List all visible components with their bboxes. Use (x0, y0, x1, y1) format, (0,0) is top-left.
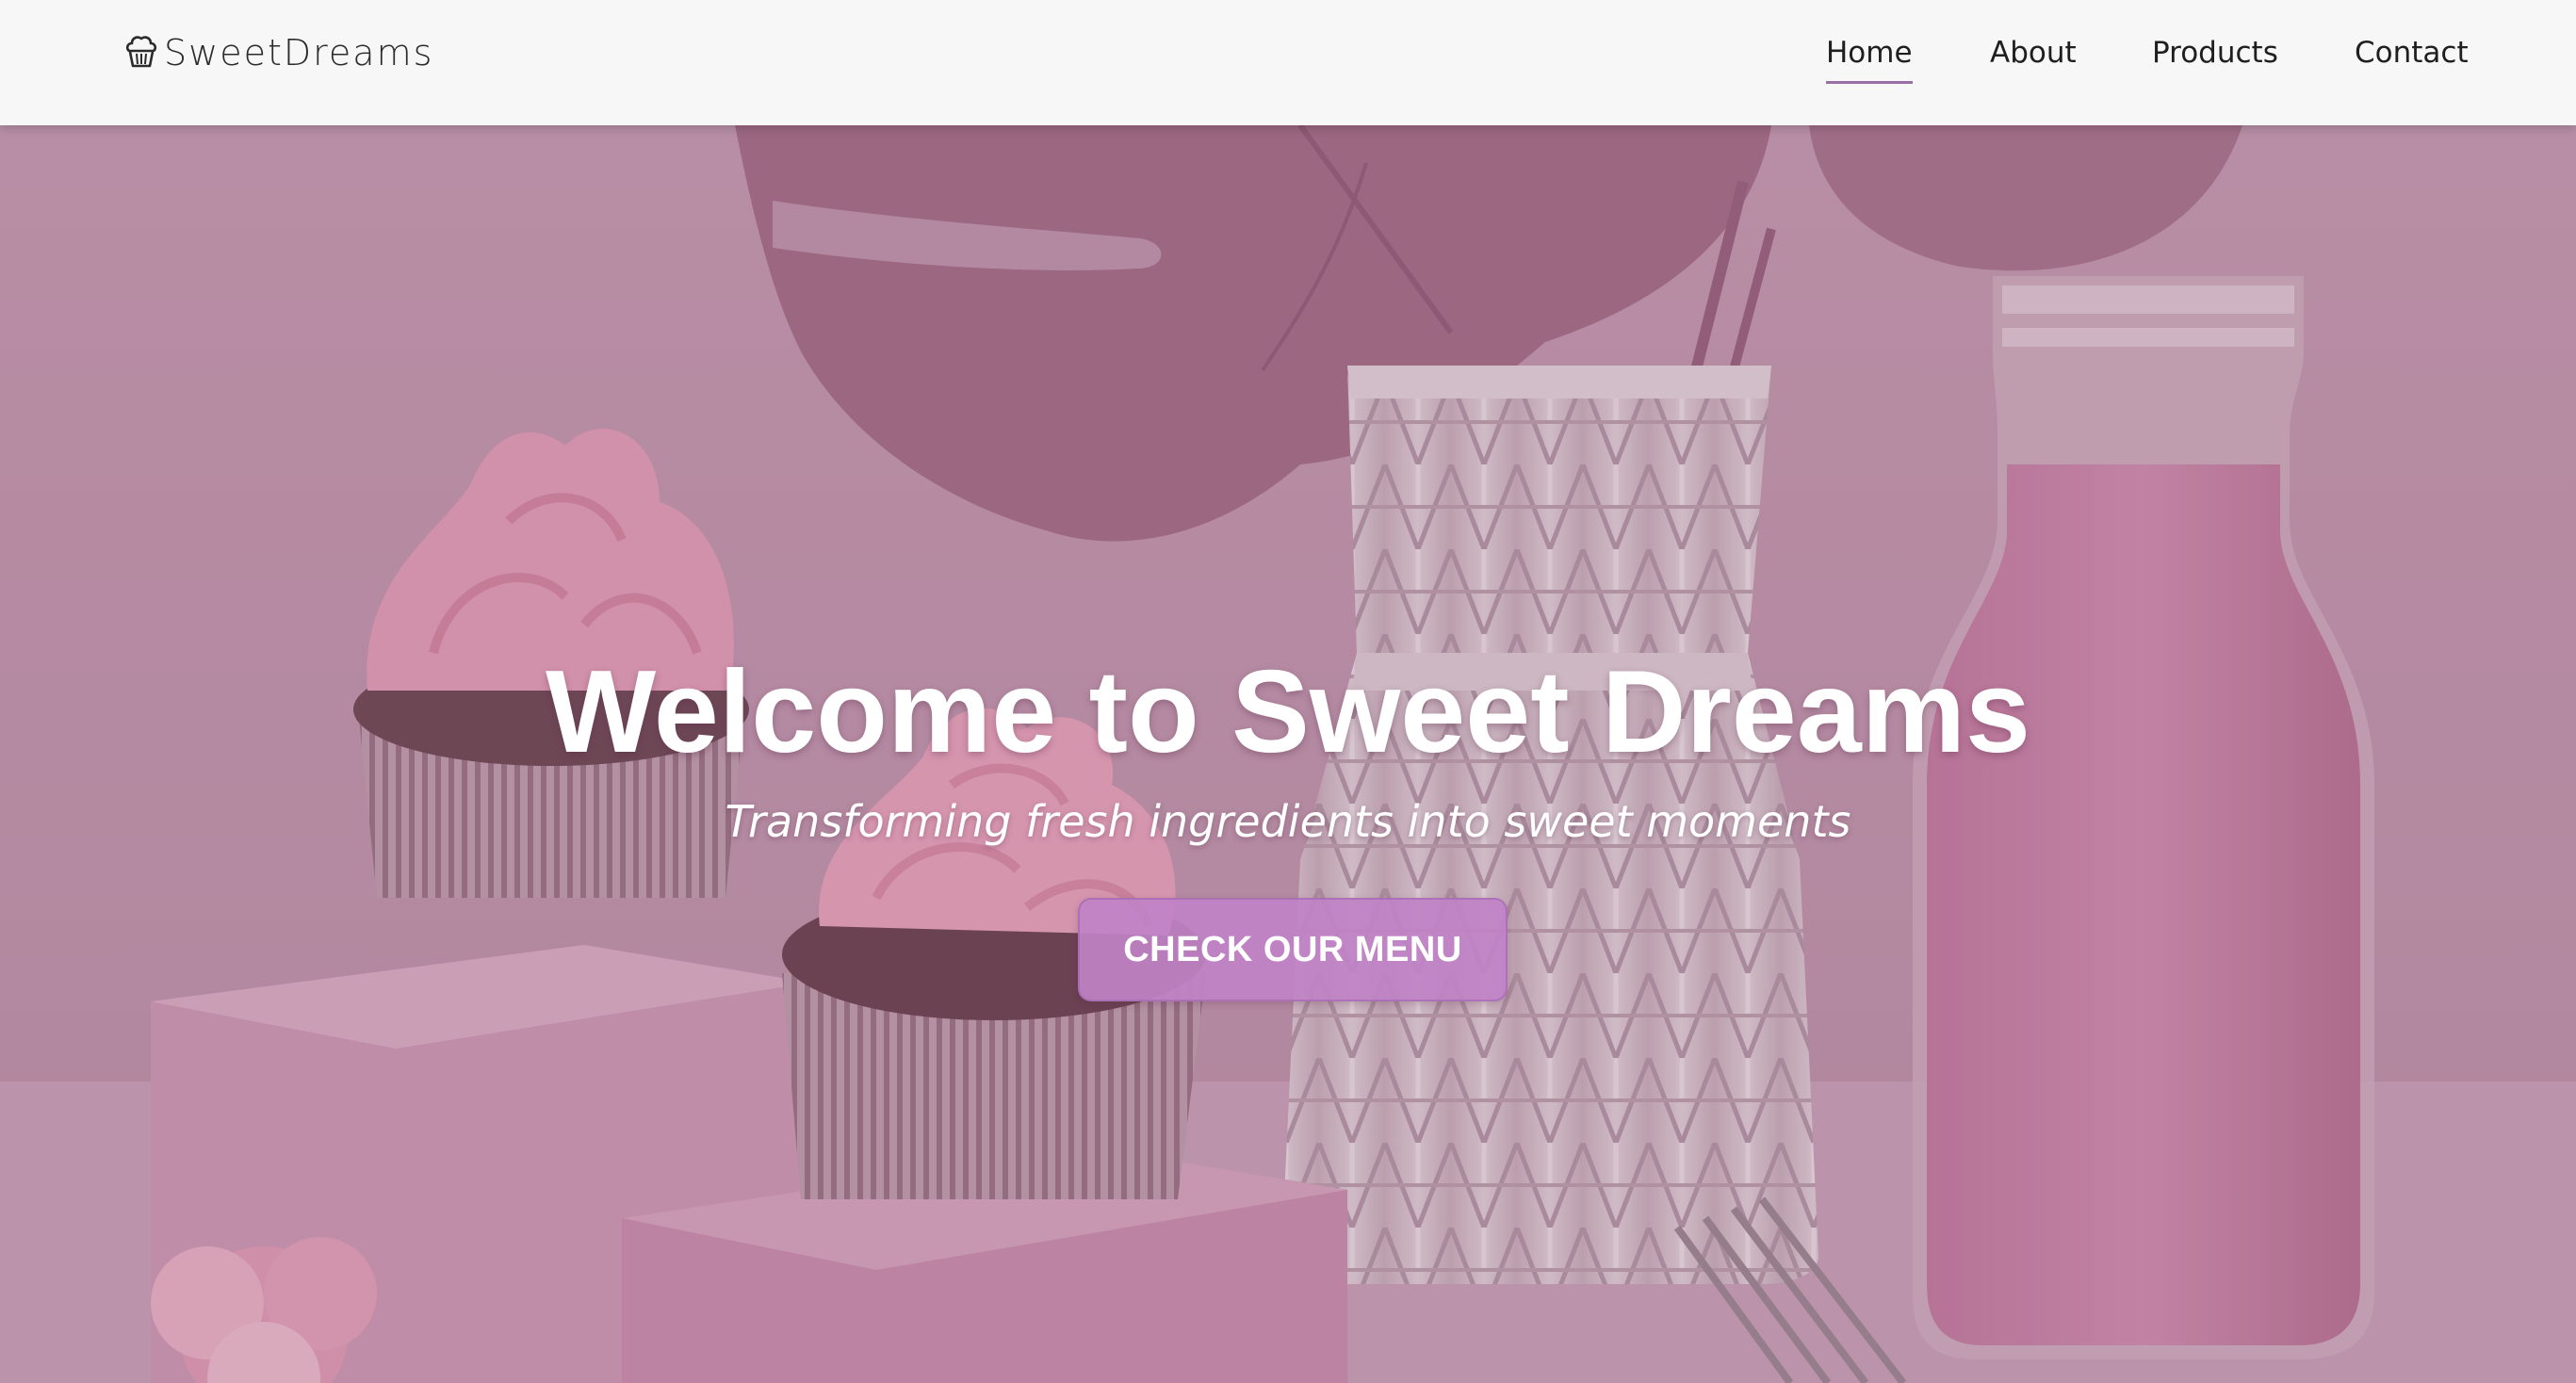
nav-link-contact[interactable]: Contact (2355, 32, 2469, 81)
hero-section: Welcome to Sweet Dreams Transforming fre… (0, 125, 2576, 1383)
cupcake-icon (125, 36, 157, 68)
check-menu-button[interactable]: CHECK OUR MENU (1078, 898, 1508, 1001)
nav-link-about[interactable]: About (1990, 32, 2077, 81)
hero-subtitle: Transforming fresh ingredients into swee… (725, 796, 1851, 847)
nav-link-home[interactable]: Home (1826, 32, 1913, 84)
nav-link-products[interactable]: Products (2152, 32, 2278, 81)
hero-title: Welcome to Sweet Dreams (546, 647, 2030, 777)
brand-name: SweetDreams (164, 32, 434, 73)
brand-logo-link[interactable]: SweetDreams (122, 26, 433, 79)
top-navbar: SweetDreams Home About Products Contact (0, 0, 2576, 125)
